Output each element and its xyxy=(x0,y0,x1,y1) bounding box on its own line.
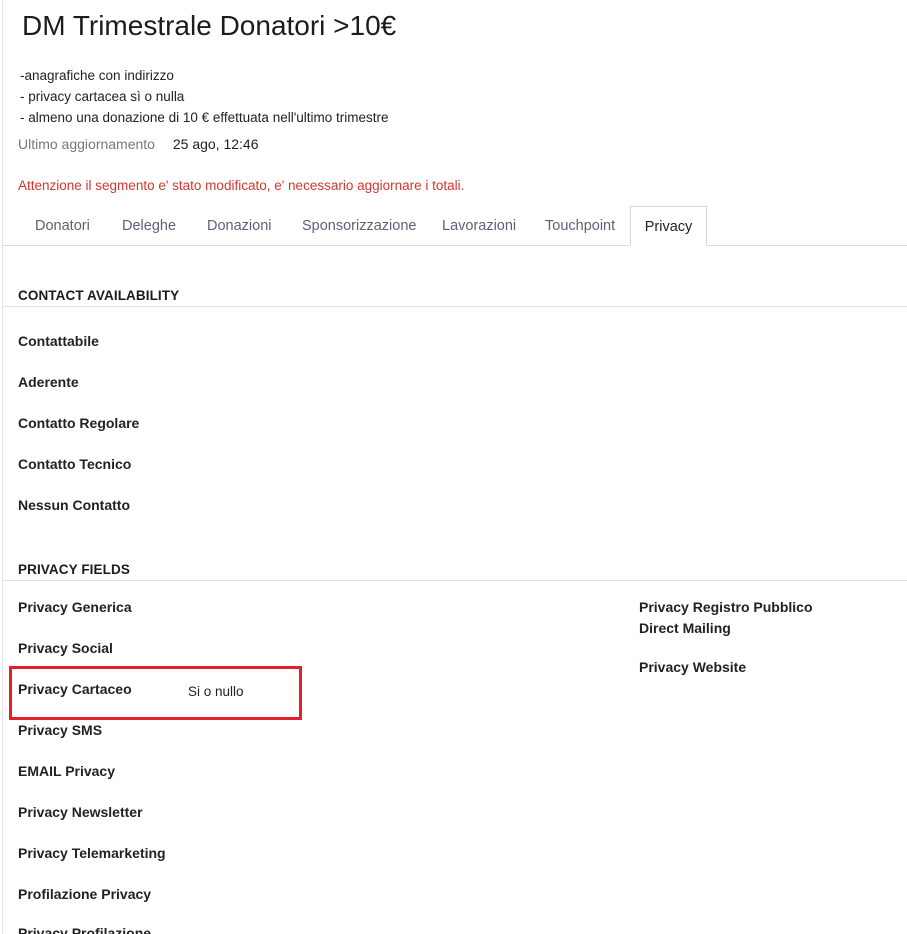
field-privacy-social: Privacy Social xyxy=(18,640,113,656)
field-privacy-generica: Privacy Generica xyxy=(18,599,132,615)
tab-bar: Donatori Deleghe Donazioni Sponsorizzazi… xyxy=(2,206,907,246)
field-email-privacy: EMAIL Privacy xyxy=(18,763,116,779)
contact-availability-heading: CONTACT AVAILABILITY xyxy=(18,288,180,303)
field-privacy-profilazione: Privacy Profilazione xyxy=(18,925,152,934)
highlight-box xyxy=(9,666,302,720)
last-update: Ultimo aggiornamento 25 ago, 12:46 xyxy=(18,136,259,152)
last-update-label: Ultimo aggiornamento xyxy=(18,136,155,152)
tab-sponsorizzazione[interactable]: Sponsorizzazione xyxy=(302,206,416,244)
tab-lavorazioni[interactable]: Lavorazioni xyxy=(442,206,516,244)
tab-privacy[interactable]: Privacy xyxy=(630,206,707,246)
field-contatto-regolare: Contatto Regolare xyxy=(18,415,140,431)
field-privacy-newsletter: Privacy Newsletter xyxy=(18,804,143,820)
description-line: - almeno una donazione di 10 € effettuat… xyxy=(20,110,389,125)
field-nessun-contatto: Nessun Contatto xyxy=(18,497,130,513)
page-title: DM Trimestrale Donatori >10€ xyxy=(22,10,397,41)
field-privacy-registro-pubblico: Privacy Registro Pubblico Direct Mailing xyxy=(639,599,813,636)
segment-detail-page: DM Trimestrale Donatori >10€ -anagrafich… xyxy=(0,0,907,934)
field-privacy-telemarketing: Privacy Telemarketing xyxy=(18,845,166,861)
left-border xyxy=(2,0,3,934)
field-aderente: Aderente xyxy=(18,374,79,390)
tab-deleghe[interactable]: Deleghe xyxy=(122,206,176,244)
description-line: - privacy cartacea sì o nulla xyxy=(20,89,185,104)
warning-message: Attenzione il segmento e' stato modifica… xyxy=(18,178,465,193)
segment-description: -anagrafiche con indirizzo - privacy car… xyxy=(20,65,389,128)
field-privacy-sms: Privacy SMS xyxy=(18,722,103,738)
tab-donazioni[interactable]: Donazioni xyxy=(207,206,272,244)
tab-touchpoint[interactable]: Touchpoint xyxy=(545,206,615,244)
last-update-value: 25 ago, 12:46 xyxy=(172,136,259,152)
section-divider xyxy=(3,580,907,581)
field-contatto-tecnico: Contatto Tecnico xyxy=(18,456,132,472)
tab-donatori[interactable]: Donatori xyxy=(35,206,90,244)
privacy-fields-heading: PRIVACY FIELDS xyxy=(18,562,130,577)
field-privacy-website: Privacy Website xyxy=(639,659,747,675)
field-contattabile: Contattabile xyxy=(18,333,99,349)
section-divider xyxy=(3,306,907,307)
description-line: -anagrafiche con indirizzo xyxy=(20,68,174,83)
field-profilazione-privacy: Profilazione Privacy xyxy=(18,886,152,902)
